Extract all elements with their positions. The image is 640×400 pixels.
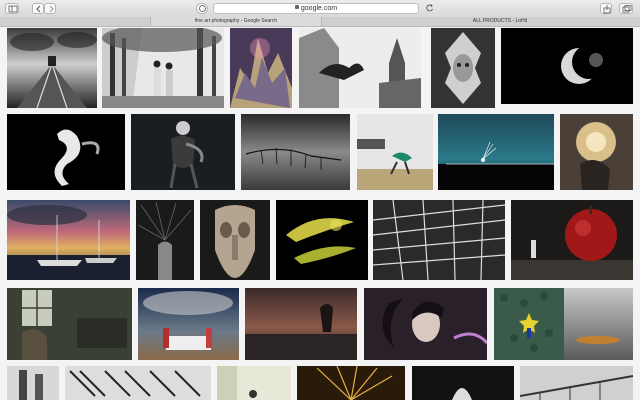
image-thumbnail [564,288,633,360]
image-result[interactable] [373,200,505,280]
image-result[interactable] [412,366,514,400]
tab-all-products[interactable]: ALL PRODUCTS - LoHit [400,17,600,26]
image-thumbnail [494,288,564,360]
privacy-report-button[interactable] [196,3,208,14]
image-result[interactable] [299,28,421,108]
tab-overview-button[interactable] [619,3,633,14]
image-thumbnail [7,28,97,108]
image-thumbnail [276,200,368,280]
tab-google-search[interactable]: fine art photography - Google Search [150,17,322,26]
image-thumbnail [297,366,405,400]
image-thumbnail [511,200,633,280]
reload-icon [426,4,433,12]
tabs-overview-icon [622,5,632,13]
image-result[interactable] [7,28,97,108]
image-thumbnail [7,200,130,280]
image-thumbnail [431,28,495,108]
image-result[interactable] [230,28,292,108]
image-result[interactable] [102,28,224,108]
image-result[interactable] [7,114,125,190]
image-result[interactable] [200,200,270,280]
image-result[interactable] [520,366,633,400]
image-result[interactable] [131,114,235,190]
tab-bar: fine art photography - Google Search ALL… [0,17,640,27]
image-thumbnail [65,366,211,400]
image-thumbnail [136,200,194,280]
image-result[interactable] [564,288,633,360]
image-result[interactable] [297,366,405,400]
sidebar-button[interactable] [5,3,19,14]
share-icon [603,5,611,14]
image-thumbnail [217,366,291,400]
forward-icon [49,5,54,13]
image-thumbnail [412,366,514,400]
image-result[interactable] [511,200,633,280]
image-thumbnail [501,28,633,104]
image-thumbnail [364,288,487,360]
image-result[interactable] [501,28,633,104]
image-thumbnail [230,28,292,108]
image-thumbnail [7,114,125,190]
image-thumbnail [299,28,421,108]
image-result[interactable] [245,288,357,360]
privacy-icon [199,5,206,12]
image-result[interactable] [560,114,633,190]
image-result[interactable] [65,366,211,400]
image-thumbnail [373,200,505,280]
image-result[interactable] [7,366,59,400]
address-bar[interactable]: google.com [213,3,419,14]
image-result[interactable] [364,288,487,360]
image-thumbnail [138,288,239,360]
image-thumbnail [102,28,224,108]
share-button[interactable] [600,3,612,14]
image-result[interactable] [217,366,291,400]
image-result[interactable] [431,28,495,108]
image-thumbnail [438,114,554,190]
url-text: google.com [300,5,338,12]
image-result[interactable] [7,200,130,280]
image-thumbnail [245,288,357,360]
image-result[interactable] [7,288,132,360]
reload-button[interactable] [424,3,436,14]
image-thumbnail [357,114,433,190]
image-thumbnail [7,366,59,400]
tab-label: fine art photography - Google Search [194,18,278,24]
tab-label: ALL PRODUCTS - LoHit [472,18,528,24]
image-thumbnail [520,366,633,400]
image-result[interactable] [494,288,564,360]
image-thumbnail [241,114,350,190]
image-thumbnail [560,114,633,190]
browser-toolbar: google.com [0,0,640,18]
sidebar-icon [8,5,18,13]
back-button[interactable] [32,3,44,14]
forward-button[interactable] [44,3,56,14]
image-result[interactable] [276,200,368,280]
image-result[interactable] [138,288,239,360]
image-result[interactable] [357,114,433,190]
image-result[interactable] [136,200,194,280]
image-thumbnail [200,200,270,280]
image-result[interactable] [241,114,350,190]
image-result[interactable] [438,114,554,190]
lock-icon [294,5,299,10]
image-thumbnail [131,114,235,190]
image-thumbnail [7,288,132,360]
